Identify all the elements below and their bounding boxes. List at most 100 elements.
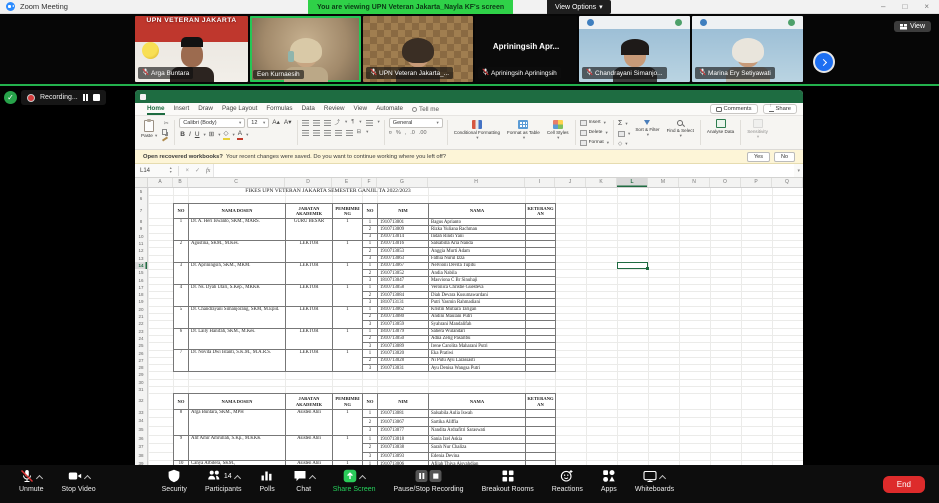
ribbon-tab-data[interactable]: Data xyxy=(302,103,315,115)
cell[interactable] xyxy=(526,343,556,350)
row-header-5[interactable]: 5 xyxy=(135,188,147,195)
cell[interactable]: 1910713016 xyxy=(378,240,429,247)
table-header-cell[interactable]: NO xyxy=(363,394,378,410)
align-top-icon[interactable] xyxy=(302,120,309,126)
cell[interactable]: Alif Amir Amrullah, S.Kp., M.KKK xyxy=(189,435,286,461)
analyse-data-button[interactable]: Analyse Data xyxy=(705,118,736,147)
cell[interactable]: 1910713028 xyxy=(378,357,429,364)
table-header-cell[interactable]: JABATAN AKADEMIK xyxy=(286,203,333,219)
cell[interactable] xyxy=(526,233,556,240)
cell[interactable]: 1910713053 xyxy=(378,248,429,255)
cell[interactable]: Sarah Nur Chaliza xyxy=(429,444,526,453)
cell[interactable]: 1 xyxy=(363,435,378,444)
insert-cells-button[interactable]: Insert▾ xyxy=(580,118,609,127)
formula-input[interactable] xyxy=(213,164,794,177)
cell[interactable]: 1910713050 xyxy=(378,335,429,342)
ribbon-tab-page-layout[interactable]: Page Layout xyxy=(222,103,257,115)
column-header-G[interactable]: G xyxy=(377,178,428,187)
chevron-up-icon[interactable] xyxy=(36,474,43,481)
cell[interactable] xyxy=(526,255,556,262)
security-button[interactable]: Security xyxy=(153,465,196,503)
cell-styles-button[interactable]: Cell Styles▾ xyxy=(545,119,571,141)
video-tile[interactable]: UPN VETERAN JAKARTAArga Buntara xyxy=(135,16,248,82)
cell[interactable]: Edenia Devina xyxy=(429,452,526,461)
decrease-decimal-icon[interactable]: .00 xyxy=(419,130,427,136)
cell[interactable]: 1910713018 xyxy=(378,435,429,444)
cell[interactable]: 1 xyxy=(363,328,378,335)
cell[interactable]: 3 xyxy=(363,452,378,461)
decrease-font-icon[interactable]: A▾ xyxy=(283,118,293,128)
chevron-up-icon[interactable] xyxy=(84,474,91,481)
increase-font-icon[interactable]: A▴ xyxy=(271,118,281,128)
cell[interactable]: Masviona C Br Sinuhaji xyxy=(429,277,526,284)
copy-icon[interactable] xyxy=(162,129,167,135)
cell[interactable]: 1 xyxy=(333,350,363,372)
column-header-B[interactable]: B xyxy=(173,178,188,187)
cell[interactable]: Dr. Chandrayani Simanjorang, SKM, M.Epid… xyxy=(189,306,286,328)
cell[interactable] xyxy=(526,365,556,372)
cell[interactable]: Agustina, SKM., M.Kes. xyxy=(189,240,286,262)
cell[interactable]: 2 xyxy=(363,357,378,364)
cell[interactable]: 1910713067 xyxy=(378,418,429,427)
cell[interactable]: 1910713080 xyxy=(378,313,429,320)
cell[interactable]: 7 xyxy=(174,350,189,372)
reactions-button[interactable]: Reactions xyxy=(543,465,592,503)
stop-video-button[interactable]: Stop Video xyxy=(53,465,105,503)
row-header-6[interactable]: 6 xyxy=(135,195,147,202)
row-header-38[interactable]: 38 xyxy=(135,452,147,461)
cell[interactable]: Diah Devara Kusumawardani xyxy=(429,292,526,299)
cell[interactable]: 1 xyxy=(333,435,363,461)
cell[interactable]: 3 xyxy=(363,255,378,262)
cell[interactable] xyxy=(526,240,556,247)
align-left-icon[interactable] xyxy=(302,130,309,136)
row-header-25[interactable]: 25 xyxy=(135,342,147,349)
align-center-icon[interactable] xyxy=(313,130,320,136)
cell[interactable] xyxy=(526,335,556,342)
cell[interactable]: 1 xyxy=(363,350,378,357)
cell[interactable]: Adna Zelig Pasaribu xyxy=(429,335,526,342)
fill-color-button[interactable]: ◇ xyxy=(223,130,230,140)
row-header-33[interactable]: 33 xyxy=(135,409,147,418)
cell[interactable]: Syahrani Mandalifah xyxy=(429,321,526,328)
cell[interactable]: 1910713038 xyxy=(378,444,429,453)
cell[interactable] xyxy=(526,418,556,427)
bold-button[interactable]: B xyxy=(179,130,186,140)
sort-filter-button[interactable]: Sort & Filter▾ xyxy=(633,119,661,138)
column-header-P[interactable]: P xyxy=(741,178,772,187)
conditional-formatting-button[interactable]: Conditional Formatting▾ xyxy=(452,119,502,141)
comments-button[interactable]: Comments xyxy=(710,104,758,114)
cell[interactable]: 1 xyxy=(333,328,363,350)
cell[interactable]: 3 xyxy=(363,277,378,284)
paste-button[interactable]: Paste ▾ xyxy=(139,119,159,139)
column-header-I[interactable]: I xyxy=(525,178,555,187)
cell[interactable]: 3 xyxy=(363,299,378,306)
cell[interactable]: Bagus Aprianto xyxy=(429,219,526,226)
cell[interactable] xyxy=(526,444,556,453)
cell[interactable]: Irene Carolita Maharani Putri xyxy=(429,343,526,350)
cell[interactable]: 1810713131 xyxy=(378,299,429,306)
column-header-Q[interactable]: Q xyxy=(772,178,803,187)
pause-stop-recording-button[interactable]: Pause/Stop Recording xyxy=(385,465,473,503)
breakout-rooms-button[interactable]: Breakout Rooms xyxy=(473,465,543,503)
cell[interactable]: 1 xyxy=(333,284,363,306)
cell[interactable] xyxy=(526,270,556,277)
no-button[interactable]: No xyxy=(774,152,795,162)
cell[interactable]: 1910713077 xyxy=(378,426,429,435)
cell[interactable]: 1 xyxy=(333,409,363,435)
video-tile[interactable]: Een Kurnaesih xyxy=(250,16,361,82)
cell[interactable] xyxy=(526,248,556,255)
cell[interactable]: Ayu Denisa Wangsa Putri xyxy=(429,365,526,372)
cell[interactable]: 1 xyxy=(333,306,363,328)
cell[interactable]: 9 xyxy=(174,435,189,461)
table-header-cell[interactable]: NO xyxy=(174,203,189,219)
cell[interactable]: 2 xyxy=(363,226,378,233)
name-box-spinner[interactable]: ▲▼ xyxy=(169,167,172,174)
cell[interactable]: 1 xyxy=(363,262,378,269)
row-header-31[interactable]: 31 xyxy=(135,386,147,393)
cell[interactable]: 1910713081 xyxy=(378,409,429,418)
enter-icon[interactable]: ✓ xyxy=(195,167,200,174)
cell[interactable]: Salsabilla Aria Nanda xyxy=(429,240,526,247)
table-header-cell[interactable]: NAMA xyxy=(429,394,526,410)
row-header-26[interactable]: 26 xyxy=(135,350,147,357)
cell[interactable]: Sahera Wulandari xyxy=(429,328,526,335)
